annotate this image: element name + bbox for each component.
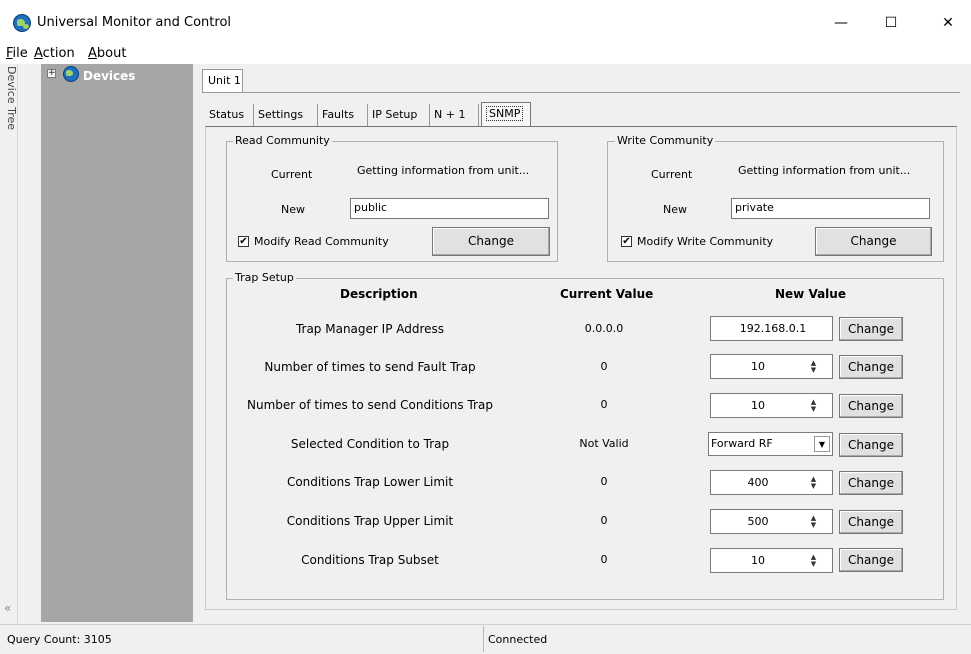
trap-row-description: Selected Condition to Trap xyxy=(290,437,450,451)
modify-read-community-checkbox[interactable]: ✔ xyxy=(238,236,249,247)
trap-subset-change-button[interactable]: Change xyxy=(839,548,903,572)
write-community-input[interactable]: private xyxy=(731,198,930,219)
modify-read-community-label[interactable]: Modify Read Community xyxy=(254,235,389,248)
query-count: Query Count: 3105 xyxy=(7,633,112,646)
trap-row-description: Conditions Trap Lower Limit xyxy=(286,475,454,489)
conditions-trap-count-stepper[interactable]: 10 ▲ ▼ xyxy=(710,393,833,418)
write-community-legend: Write Community xyxy=(615,134,716,147)
fault-trap-change-button[interactable]: Change xyxy=(839,355,903,379)
trap-row-current: 0 xyxy=(600,553,608,566)
upper-limit-stepper[interactable]: 500 ▲ ▼ xyxy=(710,509,833,534)
device-tree-panel xyxy=(41,64,193,622)
connection-status: Connected xyxy=(488,633,548,646)
menu-action[interactable]: Action xyxy=(34,46,75,61)
status-divider xyxy=(483,626,484,652)
write-current-label: Current xyxy=(651,168,693,181)
trap-row-current: 0.0.0.0 xyxy=(584,322,624,335)
upper-limit-change-button[interactable]: Change xyxy=(839,510,903,534)
trap-setup-legend: Trap Setup xyxy=(233,271,296,284)
trap-row-description: Number of times to send Fault Trap xyxy=(264,360,476,374)
trap-ip-change-button[interactable]: Change xyxy=(839,317,903,341)
trap-row-current: 0 xyxy=(600,398,608,411)
fault-trap-count-stepper[interactable]: 10 ▲ ▼ xyxy=(710,354,833,379)
globe-icon xyxy=(13,14,31,32)
read-change-button[interactable]: Change xyxy=(432,227,550,256)
tree-root-devices[interactable]: Devices xyxy=(83,69,135,83)
window-title: Universal Monitor and Control xyxy=(37,15,232,30)
trap-subset-stepper[interactable]: 10 ▲ ▼ xyxy=(710,548,833,573)
trap-row-current: 0 xyxy=(600,514,608,527)
modify-write-community-label[interactable]: Modify Write Community xyxy=(637,235,773,248)
trap-manager-ip-input[interactable]: 192.168.0.1 xyxy=(710,316,833,341)
trap-row-description: Trap Manager IP Address xyxy=(295,322,445,336)
maximize-button[interactable]: ☐ xyxy=(868,12,914,34)
tab-status[interactable]: Status xyxy=(205,104,254,126)
header-current-value: Current Value xyxy=(560,287,654,301)
minimize-button[interactable]: — xyxy=(818,12,864,34)
status-bar xyxy=(0,624,971,654)
write-new-label: New xyxy=(663,203,687,216)
globe-icon xyxy=(63,66,79,82)
trap-row-current: 0 xyxy=(600,360,608,373)
write-change-button[interactable]: Change xyxy=(815,227,932,256)
tab-ip-setup[interactable]: IP Setup xyxy=(368,104,430,126)
collapse-icon[interactable]: « xyxy=(4,601,11,615)
read-current-value: Getting information from unit... xyxy=(357,164,530,177)
device-tree-label[interactable]: Device Tree xyxy=(0,66,18,130)
spin-arrows-icon[interactable]: ▲ ▼ xyxy=(808,399,819,413)
spin-arrows-icon[interactable]: ▲ ▼ xyxy=(808,476,819,490)
trap-row-description: Conditions Trap Subset xyxy=(301,553,439,567)
trap-row-description: Number of times to send Conditions Trap xyxy=(247,398,493,412)
spin-arrows-icon[interactable]: ▲ ▼ xyxy=(808,515,819,529)
trap-row-current: 0 xyxy=(600,475,608,488)
tab-unit-1[interactable]: Unit 1 xyxy=(202,69,243,93)
condition-change-button[interactable]: Change xyxy=(839,433,903,457)
condition-select[interactable]: Forward RF ▼ xyxy=(708,432,833,456)
read-new-label: New xyxy=(281,203,305,216)
write-current-value: Getting information from unit... xyxy=(738,164,911,177)
spin-arrows-icon[interactable]: ▲ ▼ xyxy=(808,360,819,374)
close-button[interactable]: ✕ xyxy=(925,12,971,34)
trap-row-current: Not Valid xyxy=(579,437,629,450)
tab-snmp[interactable]: SNMP xyxy=(481,102,531,127)
chevron-down-icon[interactable]: ▼ xyxy=(814,436,830,452)
menu-file[interactable]: File xyxy=(6,46,28,61)
device-tree-rail xyxy=(0,64,18,624)
lower-limit-stepper[interactable]: 400 ▲ ▼ xyxy=(710,470,833,495)
header-new-value: New Value xyxy=(775,287,846,301)
lower-limit-change-button[interactable]: Change xyxy=(839,471,903,495)
read-community-input[interactable]: public xyxy=(350,198,549,219)
tab-faults[interactable]: Faults xyxy=(318,104,368,126)
modify-write-community-checkbox[interactable]: ✔ xyxy=(621,236,632,247)
tab-settings[interactable]: Settings xyxy=(254,104,318,126)
read-current-label: Current xyxy=(271,168,313,181)
menu-about[interactable]: About xyxy=(88,46,126,61)
conditions-trap-change-button[interactable]: Change xyxy=(839,394,903,418)
trap-row-description: Conditions Trap Upper Limit xyxy=(286,514,454,528)
header-description: Description xyxy=(340,287,418,301)
tab-n-plus-1[interactable]: N + 1 xyxy=(430,104,479,126)
tree-expand-icon[interactable]: + xyxy=(47,69,56,78)
read-community-legend: Read Community xyxy=(233,134,332,147)
menu-bar xyxy=(0,44,971,64)
spin-arrows-icon[interactable]: ▲ ▼ xyxy=(808,554,819,568)
